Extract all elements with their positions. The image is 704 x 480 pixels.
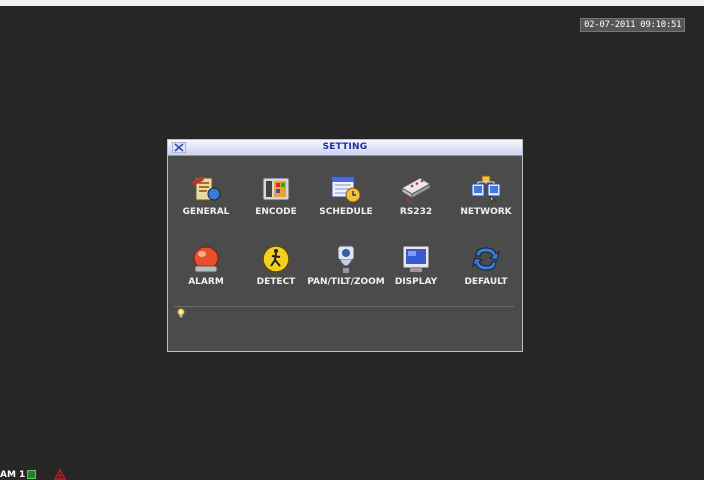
datetime-display: 02-07-2011 09:10:51 (580, 18, 686, 32)
alarm-status-icon (54, 469, 66, 480)
status-divider (174, 306, 514, 307)
menu-item-rs232[interactable]: RS232 (382, 174, 450, 230)
menu-item-alarm[interactable]: ALARM (172, 244, 240, 300)
menu-item-display[interactable]: DISPLAY (382, 244, 450, 300)
ptz-icon (337, 245, 355, 273)
dialog-title: SETTING (322, 142, 368, 152)
menu-item-schedule[interactable]: SCHEDULE (312, 174, 380, 230)
menu-item-detect[interactable]: DETECT (242, 244, 310, 300)
rs232-icon (401, 177, 431, 203)
menu-item-encode[interactable]: ENCODE (242, 174, 310, 230)
dialog-titlebar: SETTING (168, 140, 522, 156)
menu-item-ptz[interactable]: PAN/TILT/ZOOM (307, 244, 385, 300)
setting-dialog: SETTING GENERAL ENCODE SCHEDULE RS232 NE… (167, 139, 523, 352)
menu-item-label: NETWORK (460, 207, 512, 217)
display-icon (402, 245, 430, 272)
default-icon (472, 247, 500, 271)
camera-status-icon (27, 470, 36, 479)
menu-item-general[interactable]: GENERAL (172, 174, 240, 230)
schedule-icon (331, 176, 361, 203)
menu-item-label: DEFAULT (464, 277, 508, 287)
network-icon (471, 175, 501, 203)
menu-item-default[interactable]: DEFAULT (452, 244, 520, 300)
alarm-icon (193, 246, 219, 273)
top-border (0, 0, 704, 6)
bulb-icon (177, 308, 185, 318)
encode-icon (262, 177, 290, 201)
general-icon (192, 176, 221, 201)
channel-label: AM 1 (0, 470, 26, 480)
menu-item-network[interactable]: NETWORK (452, 174, 520, 230)
detect-icon (262, 245, 290, 273)
